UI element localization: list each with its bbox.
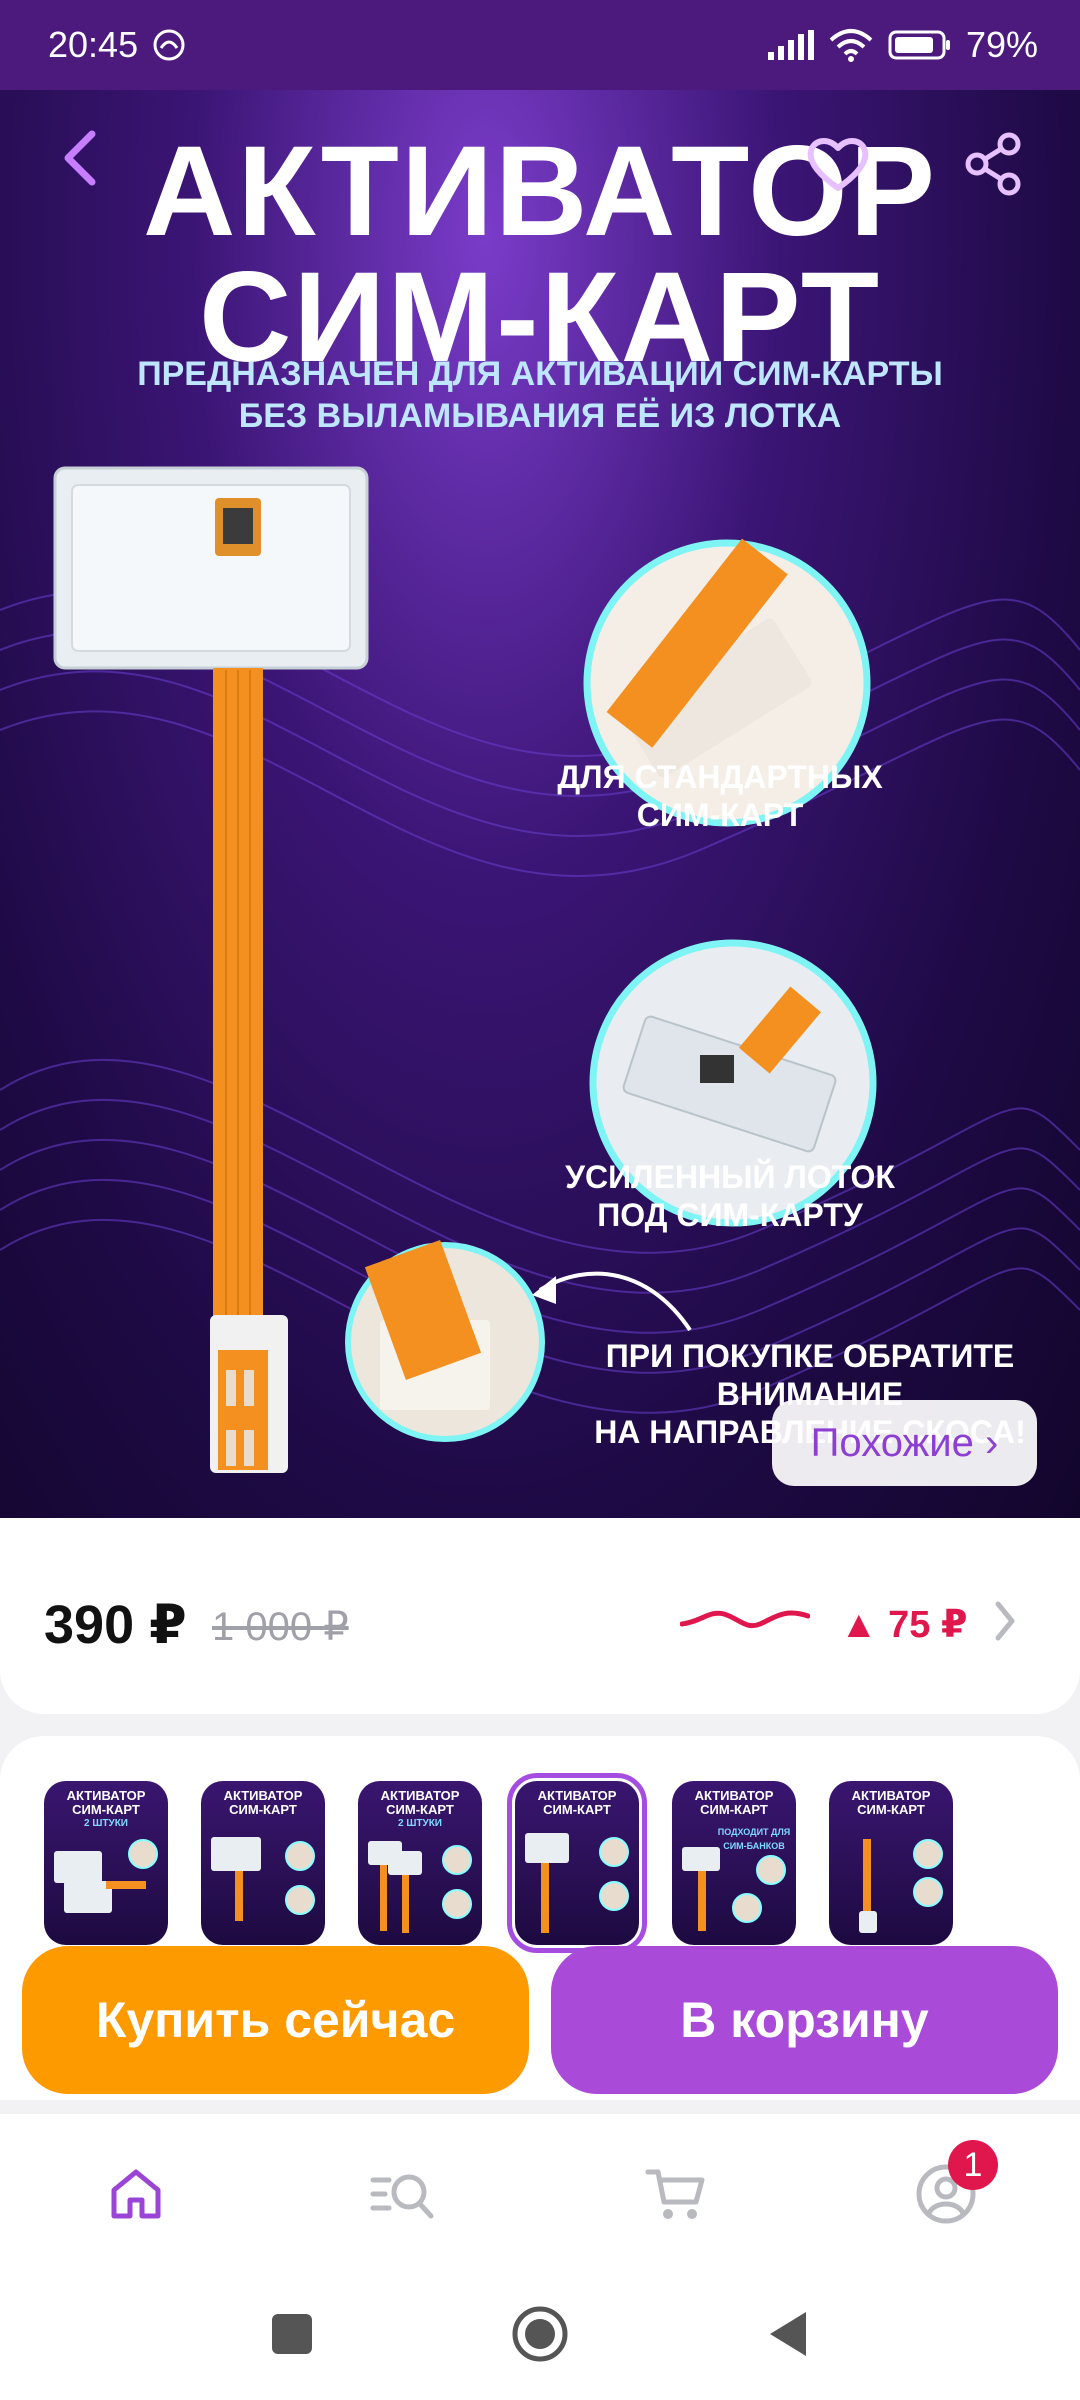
nav-catalog[interactable] bbox=[364, 2154, 444, 2234]
caption-tray-line2: ПОД СИМ-КАРТУ bbox=[597, 1197, 863, 1233]
status-bar: 20:45 79% bbox=[0, 0, 1080, 90]
hero-subtitle-line1: ПРЕДНАЗНАЧЕН ДЛЯ АКТИВАЦИИ СИМ-КАРТЫ bbox=[137, 355, 943, 393]
caption-bevel-line1: ПРИ ПОКУПКЕ ОБРАТИТЕ bbox=[605, 1338, 1015, 1374]
activator-illustration bbox=[53, 466, 369, 1473]
catalog-search-icon bbox=[370, 2174, 434, 2219]
chevron-left-icon bbox=[64, 130, 96, 186]
caption-tray-line1: УСИЛЕННЫЙ ЛОТОК bbox=[565, 1159, 895, 1195]
nav-home[interactable] bbox=[96, 2154, 176, 2234]
thumbnail-3[interactable]: АКТИВАТОР СИМ-КАРТ 2 ШТУКИ bbox=[358, 1781, 482, 1945]
profile-notification-badge: 1 bbox=[948, 2140, 998, 2190]
square-icon bbox=[272, 2314, 312, 2354]
favorite-button[interactable] bbox=[798, 124, 878, 204]
thumbnail-4-selected[interactable]: АКТИВАТОР СИМ-КАРТ bbox=[507, 1773, 647, 1953]
signal-icon bbox=[766, 30, 814, 60]
bottom-navigation bbox=[0, 2114, 1080, 2264]
caption-standard: ДЛЯ СТАНДАРТНЫХ СИМ-КАРТ bbox=[520, 758, 920, 834]
battery-icon bbox=[888, 29, 952, 61]
back-button[interactable] bbox=[40, 118, 120, 198]
triangle-back-icon bbox=[770, 2312, 806, 2356]
wifi-icon bbox=[828, 28, 874, 62]
share-button[interactable] bbox=[953, 124, 1033, 204]
chevron-right-icon[interactable] bbox=[990, 1596, 1020, 1646]
thumbnail-6[interactable]: АКТИВАТОР СИМ-КАРТ bbox=[829, 1781, 953, 1945]
nav-cart[interactable] bbox=[636, 2154, 716, 2234]
status-time: 20:45 bbox=[48, 24, 139, 65]
caption-tray: УСИЛЕННЫЙ ЛОТОК ПОД СИМ-КАРТУ bbox=[520, 1158, 940, 1234]
system-navigation-bar bbox=[0, 2264, 1080, 2400]
similar-button[interactable]: Похожие › bbox=[772, 1400, 1037, 1486]
hero-title-line1: АКТИВАТОР bbox=[143, 120, 937, 263]
product-image[interactable]: АКТИВАТОР СИМ-КАРТ ПРЕДНАЗНАЧЕН ДЛЯ АКТИ… bbox=[0, 90, 1080, 1530]
home-icon bbox=[111, 2169, 161, 2219]
buy-now-button[interactable]: Купить сейчас bbox=[22, 1946, 529, 2094]
recents-button[interactable] bbox=[262, 2304, 322, 2364]
thumbnail-1[interactable]: АКТИВАТОР СИМ-КАРТ 2 ШТУКИ bbox=[44, 1781, 168, 1945]
home-system-button[interactable] bbox=[510, 2304, 570, 2364]
back-system-button[interactable] bbox=[758, 2304, 818, 2364]
detail-circle-bevel bbox=[345, 1239, 545, 1442]
share-icon bbox=[965, 132, 1021, 196]
add-to-cart-button[interactable]: В корзину bbox=[551, 1946, 1058, 2094]
caption-standard-line2: СИМ-КАРТ bbox=[636, 797, 804, 833]
current-price: 390 ₽ bbox=[44, 1595, 187, 1655]
heart-icon bbox=[807, 138, 869, 191]
product-screen: 20:45 79% АКТИВАТОР СИМ-КАРТ ПРЕДНАЗНАЧЕ… bbox=[0, 0, 1080, 2400]
old-price: 1 000 ₽ bbox=[212, 1605, 349, 1649]
cart-icon bbox=[645, 2169, 705, 2219]
price-change: ▲ 75 ₽ bbox=[840, 1604, 968, 1646]
circle-icon bbox=[512, 2306, 568, 2362]
app-notification-icon bbox=[152, 28, 186, 62]
price-trend-graph bbox=[680, 1610, 810, 1629]
hero-subtitle-line2: БЕЗ ВЫЛАМЫВАНИЯ ЕЁ ИЗ ЛОТКА bbox=[238, 397, 842, 435]
battery-percent: 79% bbox=[965, 24, 1038, 65]
caption-standard-line1: ДЛЯ СТАНДАРТНЫХ bbox=[557, 759, 883, 795]
thumbnail-5[interactable]: АКТИВАТОР СИМ-КАРТ ПОДХОДИТ ДЛЯ СИМ-БАНК… bbox=[672, 1781, 796, 1945]
thumbnail-2[interactable]: АКТИВАТОР СИМ-КАРТ bbox=[201, 1781, 325, 1945]
